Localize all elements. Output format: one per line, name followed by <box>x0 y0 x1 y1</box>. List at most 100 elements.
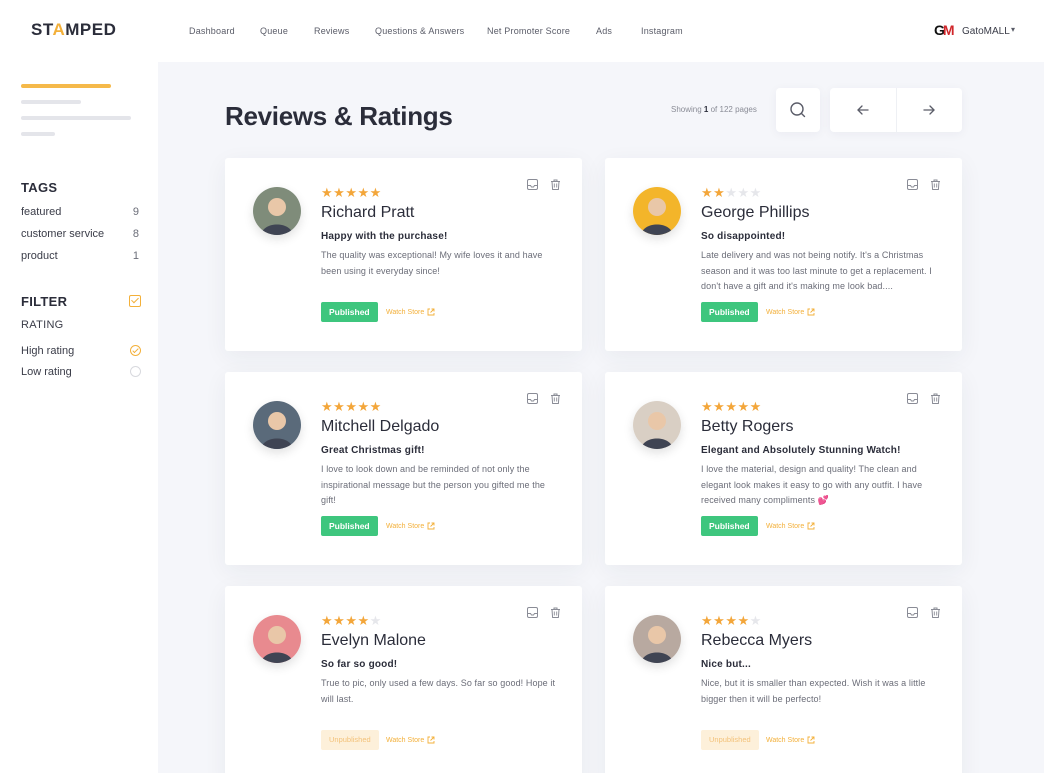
avatar <box>253 401 301 449</box>
review-card[interactable]: ★★★★★ George Phillips So disappointed! Late… <box>605 158 962 351</box>
status-badge[interactable]: Published <box>321 302 378 322</box>
trash-icon[interactable] <box>549 606 562 619</box>
avatar-image <box>253 187 301 235</box>
reviewer-name: Richard Pratt <box>321 204 415 221</box>
radio-checked-icon[interactable] <box>130 345 141 356</box>
review-card[interactable]: ★★★★★ Richard Pratt Happy with the purchas… <box>225 158 582 351</box>
avatar <box>253 187 301 235</box>
review-headline: Great Christmas gift! <box>321 445 425 456</box>
card-actions <box>526 178 562 191</box>
archive-icon[interactable] <box>526 392 539 405</box>
rating-option-low[interactable]: Low rating <box>21 366 141 378</box>
trash-icon[interactable] <box>929 606 942 619</box>
reviewer-name: George Phillips <box>701 204 810 221</box>
watch-store-link[interactable]: Watch Store <box>386 308 435 316</box>
stamped-logo[interactable]: STAMPED <box>31 20 116 40</box>
page-title: Reviews & Ratings <box>225 101 453 131</box>
star-icon: ★ <box>737 613 750 628</box>
watch-store-link[interactable]: Watch Store <box>766 736 815 744</box>
review-body: I love the material, design and quality!… <box>701 464 923 505</box>
review-body: I love to look down and be reminded of n… <box>321 464 546 505</box>
menu-bar-active[interactable] <box>21 84 111 88</box>
watch-store-label: Watch Store <box>386 522 425 530</box>
external-link-icon <box>427 308 435 316</box>
review-headline: So disappointed! <box>701 231 786 242</box>
star-icon: ★ <box>357 185 370 200</box>
star-icon: ★ <box>321 613 334 628</box>
reviewer-name: Betty Rogers <box>701 418 794 435</box>
external-link-icon <box>427 522 435 530</box>
search-button[interactable] <box>776 88 820 132</box>
trash-icon[interactable] <box>549 178 562 191</box>
star-rating: ★★★★★ <box>321 400 382 414</box>
star-rating: ★★★★★ <box>701 614 762 628</box>
nav-ads[interactable]: Ads <box>596 26 612 36</box>
tag-count: 9 <box>132 206 139 218</box>
review-body: True to pic, only used a few days. So fa… <box>321 678 556 704</box>
status-badge[interactable]: Published <box>321 516 378 536</box>
avatar-image <box>633 401 681 449</box>
trash-icon[interactable] <box>929 178 942 191</box>
avatar-image <box>253 615 301 663</box>
menu-bar[interactable] <box>21 132 55 136</box>
archive-icon[interactable] <box>526 178 539 191</box>
star-icon: ★ <box>737 399 750 414</box>
star-icon: ★ <box>333 399 346 414</box>
menu-bar[interactable] <box>21 100 81 104</box>
filter-heading: FILTER <box>21 294 68 309</box>
sidebar: STAMPED TAGS featured 9 customer service… <box>0 0 158 773</box>
watch-store-link[interactable]: Watch Store <box>386 736 435 744</box>
star-icon: ★ <box>333 185 346 200</box>
nav-questions-answers[interactable]: Questions & Answers <box>375 26 464 36</box>
nav-reviews[interactable]: Reviews <box>314 26 349 36</box>
review-headline: Happy with the purchase! <box>321 231 448 242</box>
star-icon: ★ <box>369 399 382 414</box>
archive-icon[interactable] <box>906 178 919 191</box>
store-logo[interactable]: GM <box>934 20 956 40</box>
watch-store-link[interactable]: Watch Store <box>766 522 815 530</box>
trash-icon[interactable] <box>929 392 942 405</box>
archive-icon[interactable] <box>906 392 919 405</box>
review-body: Late delivery and was not being notify. … <box>701 250 932 291</box>
tag-item-customer-service[interactable]: customer service 8 <box>21 228 139 240</box>
store-name[interactable]: GatoMALL <box>962 26 1010 37</box>
radio-unchecked-icon[interactable] <box>130 366 141 377</box>
next-page-button[interactable] <box>896 88 962 132</box>
review-card[interactable]: ★★★★★ Betty Rogers Elegant and Absolutely … <box>605 372 962 565</box>
tag-item-product[interactable]: product 1 <box>21 250 139 262</box>
status-badge[interactable]: Unpublished <box>701 730 759 750</box>
archive-icon[interactable] <box>526 606 539 619</box>
nav-net-promoter-score[interactable]: Net Promoter Score <box>487 26 570 36</box>
filter-checkbox-icon[interactable] <box>129 295 141 307</box>
nav-instagram[interactable]: Instagram <box>641 26 683 36</box>
watch-store-label: Watch Store <box>766 736 805 744</box>
chevron-down-icon[interactable]: ▾ <box>1011 25 1015 34</box>
card-actions <box>906 178 942 191</box>
review-card[interactable]: ★★★★★ Mitchell Delgado Great Christmas gif… <box>225 372 582 565</box>
status-badge[interactable]: Published <box>701 516 758 536</box>
watch-store-link[interactable]: Watch Store <box>386 522 435 530</box>
prev-page-button[interactable] <box>830 88 896 132</box>
menu-bar[interactable] <box>21 116 131 120</box>
star-icon: ★ <box>713 185 726 200</box>
star-icon: ★ <box>713 613 726 628</box>
trash-icon[interactable] <box>549 392 562 405</box>
tags-heading: TAGS <box>21 180 58 195</box>
status-badge[interactable]: Published <box>701 302 758 322</box>
rating-option-label: High rating <box>21 345 75 357</box>
review-headline: Nice but... <box>701 659 751 670</box>
status-badge[interactable]: Unpublished <box>321 730 379 750</box>
nav-dashboard[interactable]: Dashboard <box>189 26 235 36</box>
nav-queue[interactable]: Queue <box>260 26 288 36</box>
review-card[interactable]: ★★★★★ Rebecca Myers Nice but... Nice, but i… <box>605 586 962 773</box>
external-link-icon <box>807 736 815 744</box>
review-card[interactable]: ★★★★★ Evelyn Malone So far so good! True to… <box>225 586 582 773</box>
avatar-image <box>633 615 681 663</box>
star-icon: ★ <box>737 185 750 200</box>
pagination-controls <box>830 88 962 132</box>
archive-icon[interactable] <box>906 606 919 619</box>
tag-item-featured[interactable]: featured 9 <box>21 206 139 218</box>
review-headline: So far so good! <box>321 659 398 670</box>
watch-store-link[interactable]: Watch Store <box>766 308 815 316</box>
rating-option-high[interactable]: High rating <box>21 345 141 357</box>
